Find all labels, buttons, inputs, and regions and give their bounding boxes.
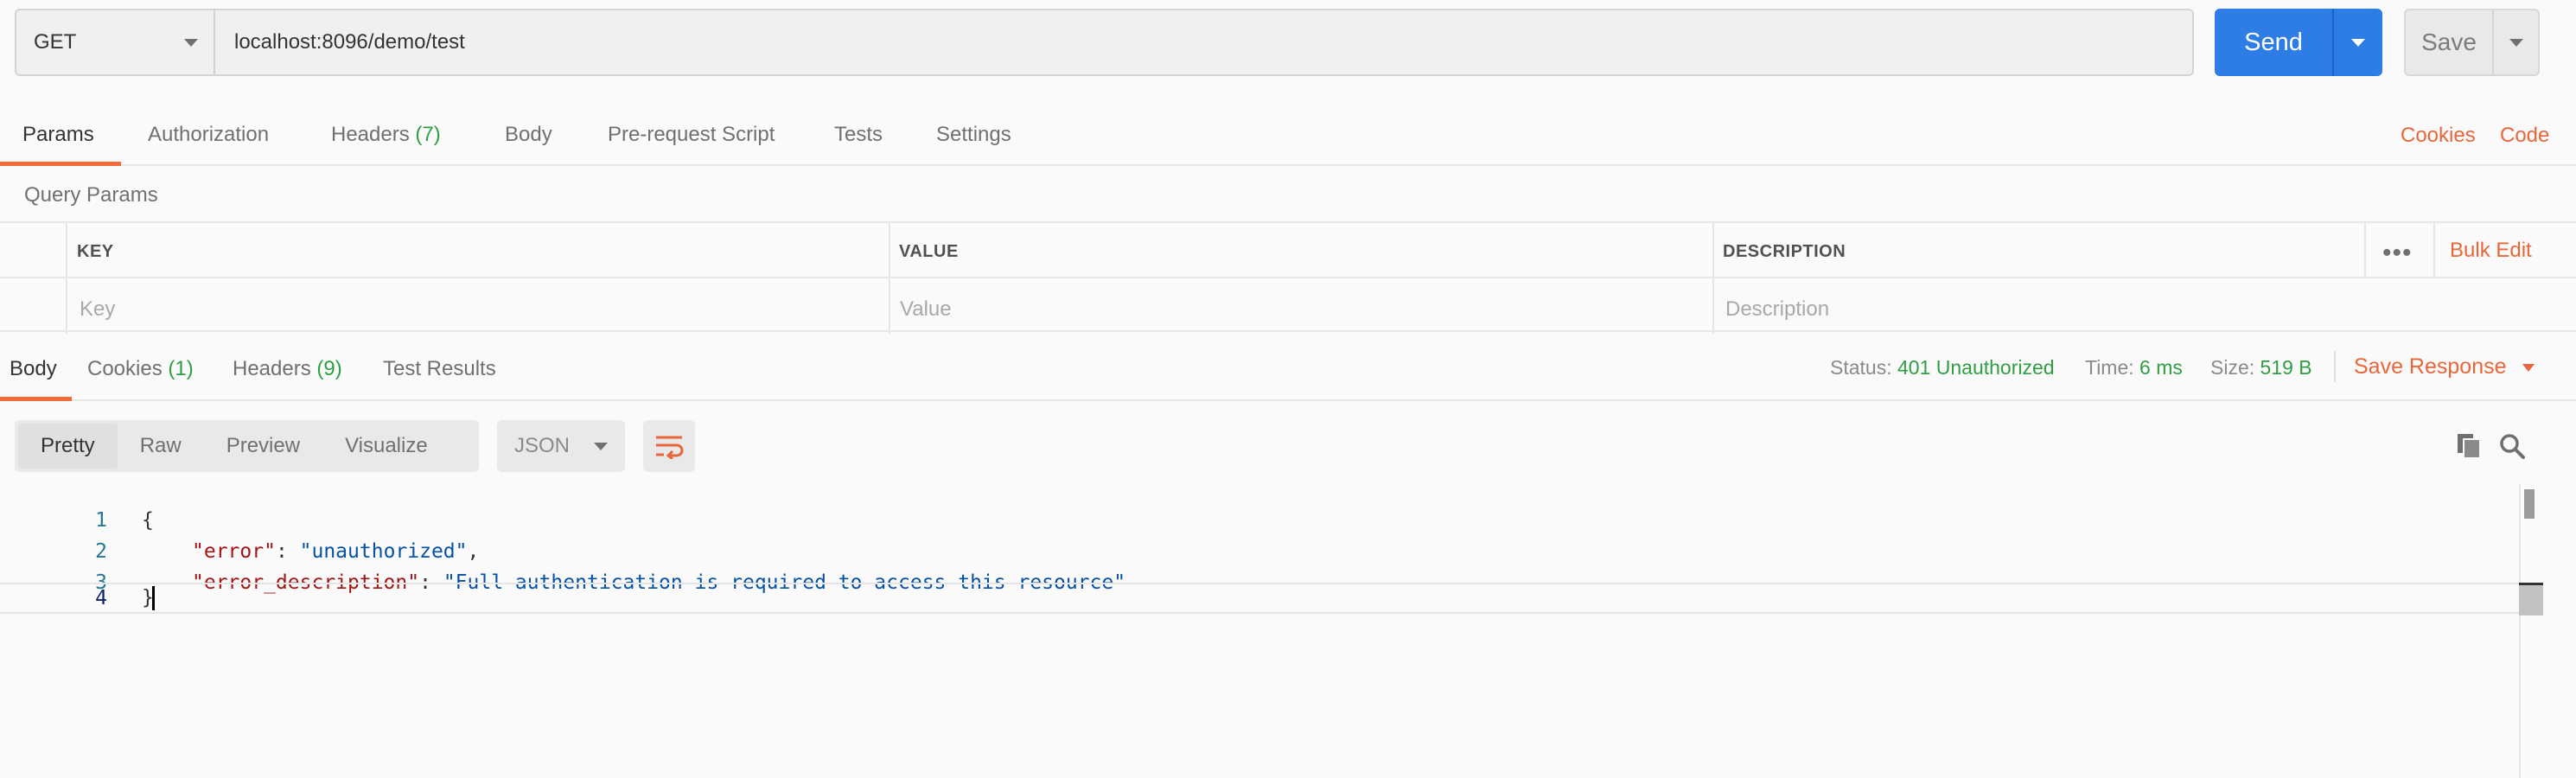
chevron-down-icon: [184, 38, 198, 47]
column-divider: [1712, 223, 1714, 334]
response-tab-cookies-count: (1): [168, 357, 194, 380]
json-string: "unauthorized": [299, 540, 468, 563]
method-select[interactable]: GET: [16, 10, 215, 74]
response-tab-body[interactable]: Body: [10, 357, 57, 381]
table-divider: [0, 277, 2576, 278]
value-input[interactable]: Value: [900, 297, 952, 322]
format-value: JSON: [514, 434, 571, 457]
json-key: "error": [192, 540, 276, 563]
description-input[interactable]: Description: [1725, 297, 1829, 322]
save-options-button[interactable]: [2494, 10, 2538, 74]
code-line-current: 4 }: [0, 583, 2524, 614]
view-raw-button[interactable]: Raw: [118, 424, 204, 469]
send-options-button[interactable]: [2334, 9, 2382, 76]
time-value: 6 ms: [2139, 356, 2183, 379]
code-line: 1 {: [0, 505, 2524, 536]
editor-scrollbar[interactable]: [2519, 484, 2541, 778]
line-number: 1: [95, 509, 107, 532]
chevron-down-icon: [2509, 38, 2523, 47]
url-input[interactable]: localhost:8096/demo/test: [215, 30, 465, 54]
response-tab-test-results[interactable]: Test Results: [383, 357, 496, 381]
response-body-editor[interactable]: 1 { 2 "error": "unauthorized", 3 "error_…: [0, 484, 2576, 778]
copy-button[interactable]: [2452, 429, 2486, 463]
scrollbar-thumb[interactable]: [2524, 489, 2535, 519]
tab-authorization[interactable]: Authorization: [148, 123, 269, 147]
send-button-group: Send: [2215, 9, 2382, 76]
code-link[interactable]: Code: [2500, 124, 2549, 148]
method-value: GET: [34, 30, 77, 54]
chevron-down-icon: [594, 442, 608, 450]
wrap-lines-button[interactable]: [643, 420, 695, 472]
status-value: 401 Unauthorized: [1897, 356, 2055, 379]
cookies-link[interactable]: Cookies: [2401, 124, 2476, 148]
response-tab-headers[interactable]: Headers (9): [233, 357, 342, 381]
column-header-value: VALUE: [899, 242, 959, 261]
json-separator: :: [275, 540, 300, 563]
save-response-label: Save Response: [2354, 354, 2507, 379]
chevron-down-icon: [2522, 363, 2535, 372]
active-tab-indicator: [0, 162, 121, 166]
text-cursor: [151, 586, 155, 610]
view-mode-group: Pretty Raw Preview Visualize: [15, 420, 479, 472]
size-label: Size:: [2210, 356, 2255, 379]
tab-headers[interactable]: Headers (7): [331, 123, 441, 147]
line-number: 4: [95, 587, 107, 609]
tab-headers-count: (7): [415, 123, 441, 146]
tab-tests[interactable]: Tests: [834, 123, 883, 147]
view-pretty-button[interactable]: Pretty: [18, 424, 118, 469]
line-number: 2: [95, 540, 107, 563]
response-size: Size: 519 B: [2210, 356, 2312, 379]
status-label: Status:: [1830, 356, 1892, 379]
response-tab-cookies[interactable]: Cookies (1): [87, 357, 194, 381]
tab-pre-request-script[interactable]: Pre-request Script: [608, 123, 775, 147]
column-divider: [66, 223, 67, 334]
response-status: Status: 401 Unauthorized: [1830, 356, 2055, 379]
scrollbar-cursor-marker: [2519, 583, 2543, 615]
more-horizontal-icon[interactable]: •••: [2382, 239, 2413, 268]
tab-headers-label: Headers: [331, 123, 410, 146]
response-time: Time: 6 ms: [2085, 356, 2183, 379]
code-text: "error": "unauthorized",: [192, 540, 479, 563]
column-divider: [889, 223, 890, 334]
response-tab-headers-label: Headers: [233, 357, 311, 380]
column-divider: [2433, 223, 2435, 277]
time-label: Time:: [2085, 356, 2134, 379]
column-header-key: KEY: [77, 242, 114, 261]
divider: [2334, 351, 2336, 382]
response-bar: Body Cookies (1) Headers (9) Test Result…: [0, 332, 2576, 401]
bulk-edit-link[interactable]: Bulk Edit: [2450, 239, 2532, 263]
response-tab-headers-count: (9): [316, 357, 342, 380]
query-params-title: Query Params: [24, 183, 158, 207]
send-button[interactable]: Send: [2215, 9, 2334, 76]
column-header-description: DESCRIPTION: [1723, 242, 1846, 261]
request-url-bar: GET localhost:8096/demo/test: [15, 9, 2194, 76]
tab-settings[interactable]: Settings: [936, 123, 1011, 147]
code-text: }: [142, 586, 155, 610]
size-value: 519 B: [2260, 356, 2312, 379]
tab-params[interactable]: Params: [22, 123, 94, 147]
chevron-down-icon: [2351, 38, 2365, 47]
search-button[interactable]: [2495, 429, 2529, 463]
key-input[interactable]: Key: [80, 297, 115, 322]
column-divider: [2364, 223, 2366, 277]
query-params-table: KEY VALUE DESCRIPTION ••• Bulk Edit Key …: [0, 221, 2576, 334]
response-tab-cookies-label: Cookies: [87, 357, 163, 380]
code-text: {: [142, 509, 154, 532]
save-response-button[interactable]: Save Response: [2354, 354, 2535, 379]
tab-body[interactable]: Body: [505, 123, 552, 147]
save-button[interactable]: Save: [2406, 10, 2494, 74]
save-button-group: Save: [2404, 9, 2540, 76]
search-icon: [2500, 434, 2525, 459]
copy-icon: [2458, 434, 2481, 459]
view-visualize-button[interactable]: Visualize: [322, 424, 450, 469]
json-comma: ,: [467, 540, 480, 563]
wrap-lines-icon: [656, 436, 684, 459]
active-tab-indicator: [0, 397, 72, 401]
format-select[interactable]: JSON: [497, 420, 625, 472]
view-preview-button[interactable]: Preview: [204, 424, 322, 469]
code-line: 2 "error": "unauthorized",: [0, 536, 2524, 567]
request-tabs: Params Authorization Headers (7) Body Pr…: [0, 97, 2576, 166]
